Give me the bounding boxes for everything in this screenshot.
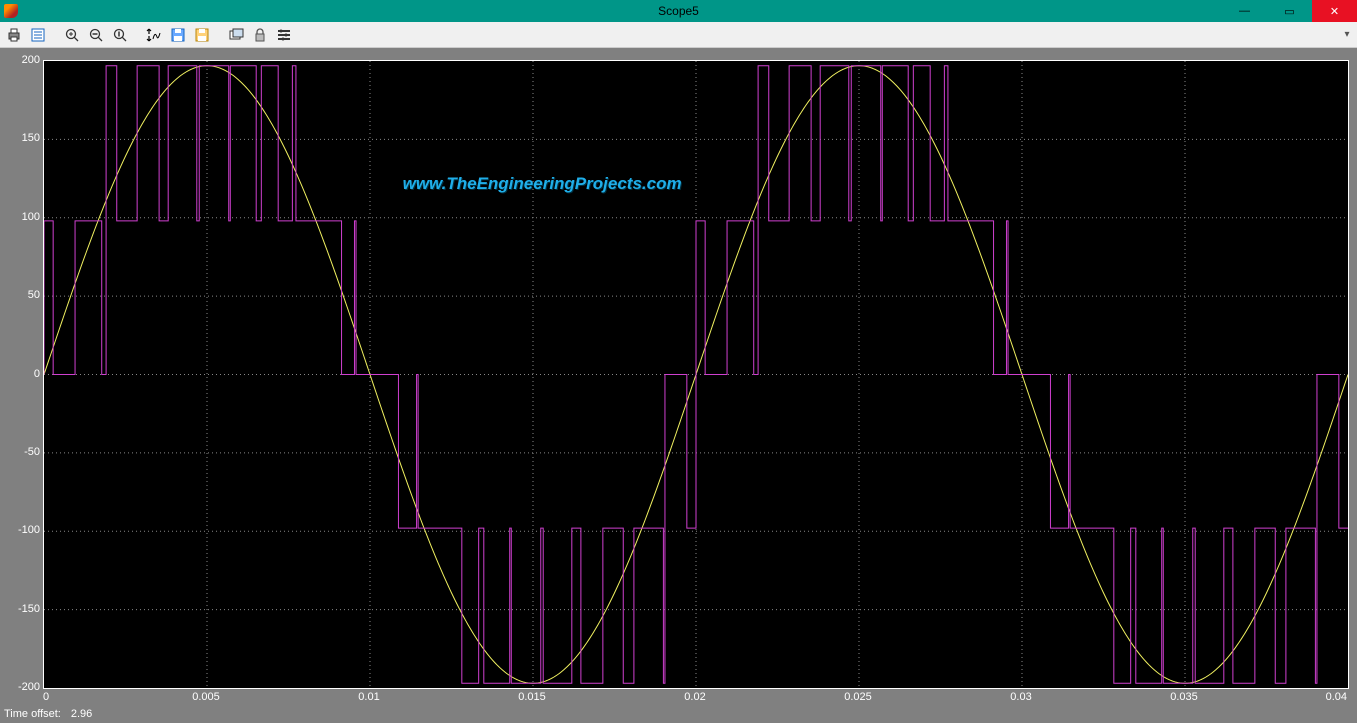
floating-scope-icon[interactable] bbox=[226, 25, 246, 45]
app-icon bbox=[0, 0, 22, 22]
y-tick-label: -100 bbox=[18, 524, 40, 536]
y-tick-label: -150 bbox=[18, 603, 40, 615]
y-tick-label: 0 bbox=[34, 368, 40, 380]
x-tick-label: 0 bbox=[43, 691, 49, 703]
y-tick-label: -50 bbox=[24, 446, 40, 458]
close-button[interactable]: ✕ bbox=[1312, 0, 1357, 22]
minimize-button[interactable]: — bbox=[1222, 0, 1267, 22]
y-tick-label: -200 bbox=[18, 681, 40, 693]
print-icon[interactable] bbox=[4, 25, 24, 45]
x-tick-label: 0.01 bbox=[358, 691, 379, 703]
y-tick-label: 200 bbox=[22, 54, 40, 66]
x-tick-label: 0.02 bbox=[684, 691, 705, 703]
time-offset-value: 2.96 bbox=[71, 708, 92, 720]
statusbar: Time offset: 2.96 bbox=[0, 705, 1357, 723]
scope-area: www.TheEngineeringProjects.com -200 -150 -… bbox=[0, 48, 1357, 705]
signal-selector-icon[interactable] bbox=[274, 25, 294, 45]
window-title: Scope5 bbox=[658, 4, 699, 18]
plot-canvas bbox=[44, 61, 1348, 688]
x-tick-label: 0.015 bbox=[518, 691, 546, 703]
x-tick-label: 0.005 bbox=[192, 691, 220, 703]
zoom-x-icon[interactable] bbox=[86, 25, 106, 45]
toolbar: ▾ bbox=[0, 22, 1357, 48]
parameters-icon[interactable] bbox=[28, 25, 48, 45]
x-tick-label: 0.03 bbox=[1010, 691, 1031, 703]
x-tick-label: 0.035 bbox=[1170, 691, 1198, 703]
zoom-in-icon[interactable] bbox=[62, 25, 82, 45]
watermark-text: www.TheEngineeringProjects.com bbox=[403, 174, 682, 194]
maximize-button[interactable]: ▭ bbox=[1267, 0, 1312, 22]
save-config-icon[interactable] bbox=[168, 25, 188, 45]
titlebar[interactable]: Scope5 — ▭ ✕ bbox=[0, 0, 1357, 22]
y-tick-label: 150 bbox=[22, 132, 40, 144]
x-tick-label: 0.025 bbox=[844, 691, 872, 703]
lock-icon[interactable] bbox=[250, 25, 270, 45]
y-tick-label: 50 bbox=[28, 289, 40, 301]
x-tick-label: 0.04 bbox=[1326, 691, 1347, 703]
plot-frame[interactable]: www.TheEngineeringProjects.com bbox=[43, 60, 1349, 689]
autoscale-icon[interactable] bbox=[144, 25, 164, 45]
toolbar-overflow-icon[interactable]: ▾ bbox=[1341, 25, 1353, 45]
zoom-y-icon[interactable] bbox=[110, 25, 130, 45]
time-offset-label: Time offset: bbox=[4, 708, 61, 720]
restore-config-icon[interactable] bbox=[192, 25, 212, 45]
y-tick-label: 100 bbox=[22, 211, 40, 223]
